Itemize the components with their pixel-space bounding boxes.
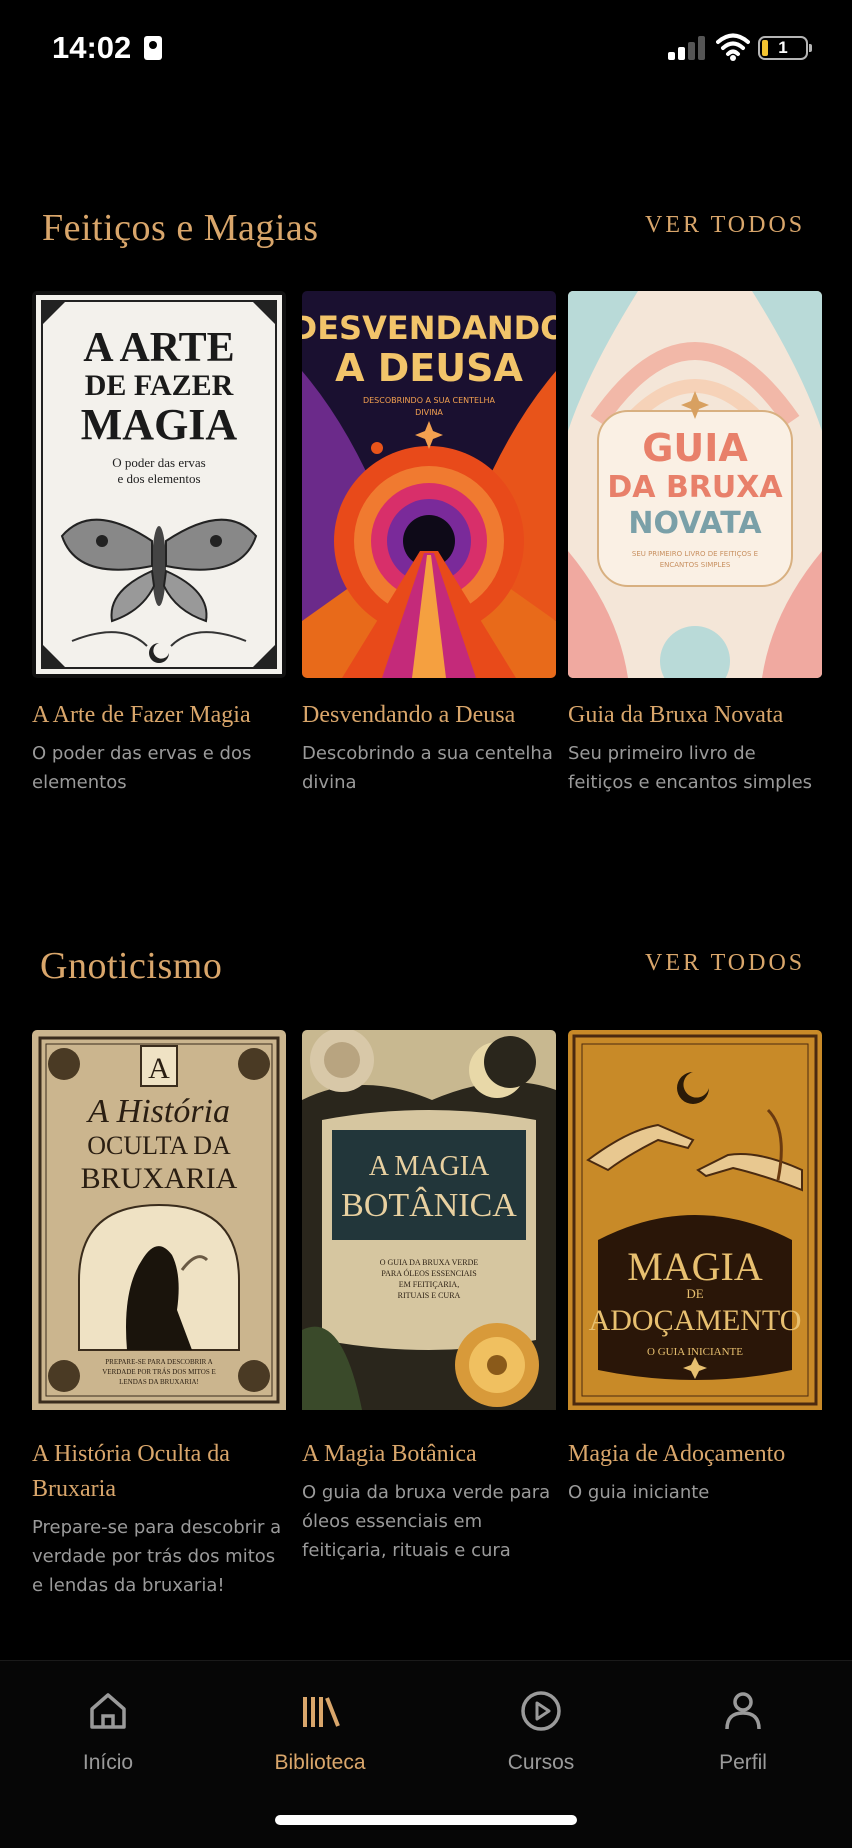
svg-text:DESCOBRINDO A SUA CENTELHA: DESCOBRINDO A SUA CENTELHA [363,396,496,405]
svg-text:A ARTE: A ARTE [83,325,234,371]
book-card[interactable]: GUIA DA BRUXA NOVATA SEU PRIMEIRO LIVRO … [568,291,822,797]
book-cover[interactable]: GUIA DA BRUXA NOVATA SEU PRIMEIRO LIVRO … [568,291,822,678]
svg-text:ENCANTOS SIMPLES: ENCANTOS SIMPLES [660,561,731,569]
svg-text:PREPARE-SE PARA DESCOBRIR A: PREPARE-SE PARA DESCOBRIR A [105,1358,212,1366]
tab-cursos[interactable]: Cursos [441,1661,641,1791]
tab-label: Início [82,1751,134,1774]
svg-text:DA BRUXA: DA BRUXA [607,470,783,505]
book-card[interactable]: MAGIA DE ADOÇAMENTO O GUIA INICIANTE Mag… [568,1030,822,1507]
svg-text:GUIA: GUIA [642,426,748,470]
svg-text:A DEUSA: A DEUSA [335,346,523,390]
svg-text:EM FEITIÇARIA,: EM FEITIÇARIA, [399,1280,459,1289]
book-card[interactable]: DESVENDANDO A DEUSA DESCOBRINDO A SUA CE… [302,291,556,797]
battery-level: 1 [778,38,788,57]
see-all-feiticos-link[interactable]: VER TODOS [645,212,805,239]
book-cover[interactable]: DESVENDANDO A DEUSA DESCOBRINDO A SUA CE… [302,291,556,678]
svg-text:O poder das ervas: O poder das ervas [112,455,206,470]
home-indicator [275,1815,577,1825]
svg-text:A: A [148,1052,170,1085]
book-cover[interactable]: A MAGIA BOTÂNICA O GUIA DA BRUXA VERDE P… [302,1030,556,1417]
book-subtitle: O guia da bruxa verde para óleos essenci… [302,1482,551,1561]
book-subtitle: Prepare-se para descobrir a verdade por … [32,1517,282,1596]
tab-inicio[interactable]: Início [8,1661,208,1791]
svg-text:LENDAS DA BRUXARIA!: LENDAS DA BRUXARIA! [119,1378,199,1386]
svg-text:ADOÇAMENTO: ADOÇAMENTO [589,1304,802,1337]
person-icon [725,1692,761,1730]
book-cover[interactable]: A A História OCULTA DA BRUXARIA PREPARE-… [32,1030,286,1417]
svg-text:O GUIA INICIANTE: O GUIA INICIANTE [647,1346,743,1358]
svg-text:DIVINA: DIVINA [415,408,443,417]
svg-text:BOTÂNICA: BOTÂNICA [341,1187,517,1224]
section-title-gnoticismo: Gnoticismo [40,945,223,987]
book-card[interactable]: A A História OCULTA DA BRUXARIA PREPARE-… [32,1030,286,1600]
svg-text:e dos elementos: e dos elementos [117,471,200,486]
svg-text:BRUXARIA: BRUXARIA [81,1162,238,1195]
svg-text:MAGIA: MAGIA [627,1244,763,1289]
svg-text:RITUAIS E CURA: RITUAIS E CURA [398,1291,461,1300]
svg-text:A História: A História [86,1093,230,1130]
svg-text:A MAGIA: A MAGIA [369,1151,490,1182]
book-title: Guia da Bruxa Novata [568,702,784,728]
book-card[interactable]: A MAGIA BOTÂNICA O GUIA DA BRUXA VERDE P… [302,1030,556,1565]
tab-label: Cursos [507,1751,575,1774]
svg-text:PARA ÓLEOS ESSENCIAIS: PARA ÓLEOS ESSENCIAIS [381,1268,476,1278]
wifi-icon [716,33,750,61]
book-title: A Magia Botânica [302,1441,477,1467]
svg-text:DE: DE [686,1286,703,1301]
book-cover[interactable]: MAGIA DE ADOÇAMENTO O GUIA INICIANTE [568,1030,822,1417]
svg-text:DESVENDANDO: DESVENDANDO [302,309,556,347]
book-cover[interactable]: A ARTE DE FAZER MAGIA O poder das ervas … [32,291,286,678]
book-subtitle: Descobrindo a sua centelha divina [302,743,553,793]
book-card[interactable]: A ARTE DE FAZER MAGIA O poder das ervas … [32,291,286,797]
book-title: A Arte de Fazer Magia [32,702,251,728]
book-title: Magia de Adoçamento [568,1441,786,1467]
see-all-gnoticismo-link[interactable]: VER TODOS [645,950,805,977]
svg-text:OCULTA DA: OCULTA DA [87,1131,231,1160]
svg-text:SEU PRIMEIRO LIVRO DE FEITIÇOS: SEU PRIMEIRO LIVRO DE FEITIÇOS E [632,550,758,558]
book-title: A História Oculta da Bruxaria [32,1441,230,1502]
battery-icon: 1 [758,36,812,60]
play-circle-icon [521,1691,561,1731]
id-card-icon [144,36,162,60]
tab-label: Perfil [719,1751,767,1774]
svg-text:MAGIA: MAGIA [81,400,238,449]
status-time: 14:02 [52,30,132,65]
svg-text:VERDADE POR TRÁS DOS MITOS E: VERDADE POR TRÁS DOS MITOS E [102,1368,216,1376]
svg-text:O GUIA DA BRUXA VERDE: O GUIA DA BRUXA VERDE [380,1258,479,1267]
cellular-signal-icon [668,36,708,60]
status-bar: 14:02 1 [0,0,852,100]
library-icon [303,1697,340,1727]
section-title-feiticos: Feitiços e Magias [42,207,319,249]
tab-biblioteca[interactable]: Biblioteca [220,1661,420,1791]
home-icon [90,1693,126,1729]
book-subtitle: O guia iniciante [568,1482,710,1503]
tab-label: Biblioteca [274,1751,366,1774]
tab-perfil[interactable]: Perfil [643,1661,843,1791]
book-subtitle: Seu primeiro livro de feitiços e encanto… [568,743,813,793]
book-subtitle: O poder das ervas e dos elementos [32,743,252,793]
svg-text:DE FAZER: DE FAZER [85,369,234,402]
svg-text:NOVATA: NOVATA [628,506,762,541]
book-title: Desvendando a Deusa [302,702,516,728]
